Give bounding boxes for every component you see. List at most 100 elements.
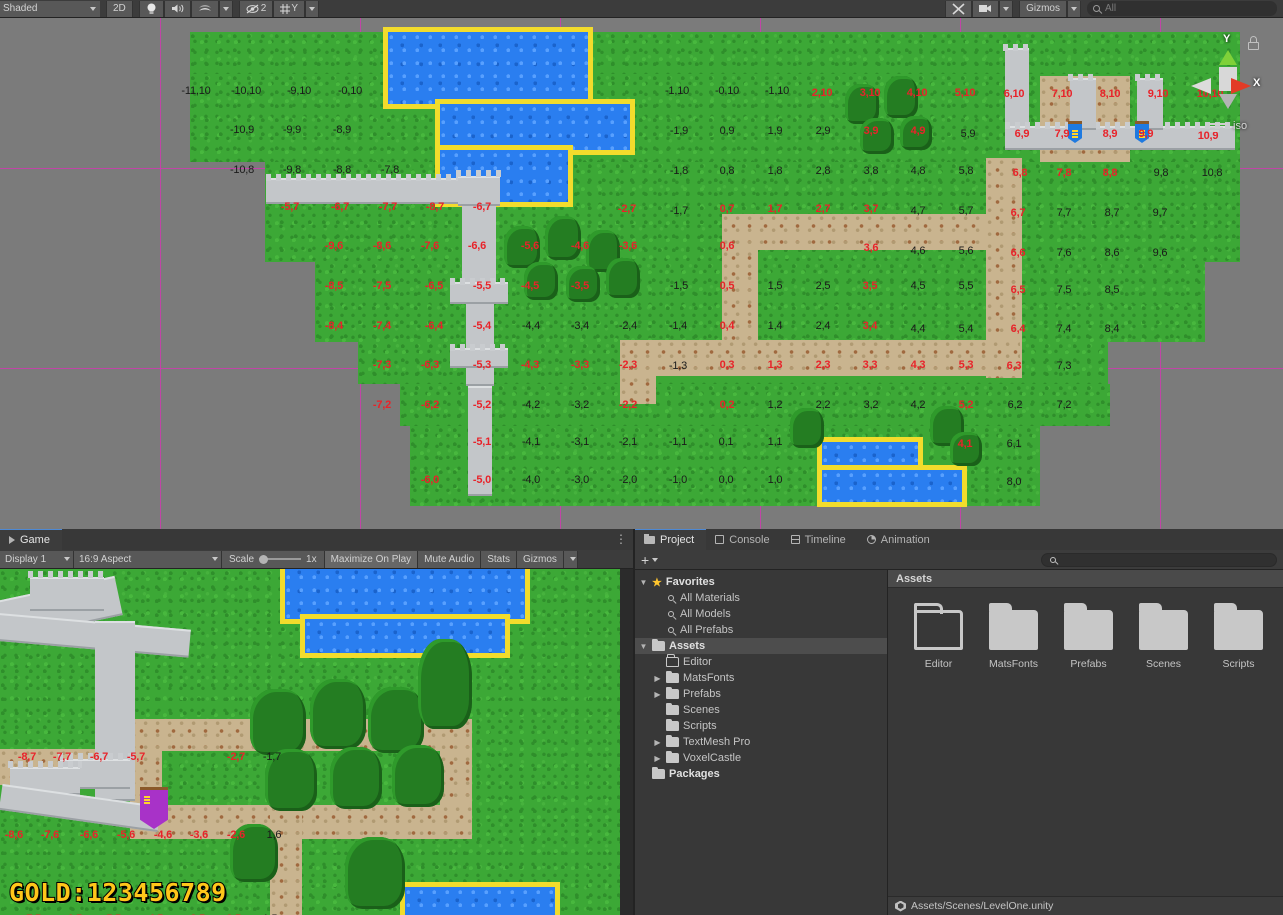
tree-item-scenes[interactable]: ▶Scenes [635,702,887,718]
tools-button[interactable] [945,0,973,17]
chevron-down-icon-3 [309,6,316,11]
asset-item-label: Editor [924,658,953,670]
asset-item-matsfonts[interactable]: MatsFonts [981,603,1046,670]
effects-dropdown[interactable] [218,0,233,17]
scale-control[interactable]: Scale 1x [222,550,325,568]
grid-icon [280,3,291,14]
tree-item-label: Scenes [683,704,720,716]
grid-snap-dropdown[interactable] [305,0,320,17]
hidden-objects-button[interactable]: 2 [238,0,274,17]
folder-icon [666,734,679,747]
scene-camera-button[interactable] [972,0,1000,17]
asset-item-scripts[interactable]: Scripts [1206,603,1271,670]
folder-icon [989,603,1038,650]
gizmo-axis-negy-cone[interactable] [1219,94,1237,109]
tree-item-packages[interactable]: ▶Packages [635,766,887,782]
game-gizmos-button[interactable]: Gizmos [517,550,564,568]
asset-item-editor[interactable]: Editor [906,603,971,670]
gizmo-axis-x-cone[interactable] [1231,78,1251,94]
asset-item-prefabs[interactable]: Prefabs [1056,603,1121,670]
folder-icon [666,702,679,715]
chevron-down-icon-4 [1003,6,1010,11]
project-tabstrip: Project Console Timeline Animation [635,529,1283,550]
scene-view[interactable]: -11,10 -10,10 -9,10 -0,10 -1,10 -0,10 -1,10 -10… [0,18,1283,529]
scene-camera-dropdown[interactable] [999,0,1014,17]
gizmo-axis-x-label: X [1253,77,1261,89]
scale-slider[interactable] [259,554,302,564]
tree-item-voxelcastle[interactable]: ▶ VoxelCastle [635,750,887,766]
effects-toggle-button[interactable] [190,0,219,17]
tree-item-favorites[interactable]: ▼ ★ Favorites [635,574,887,590]
tab-console[interactable]: Console [706,529,782,550]
tree-item-scripts[interactable]: ▶Scripts [635,718,887,734]
game-gizmos-dropdown[interactable] [563,550,578,568]
chevron-right-icon[interactable]: ▶ [653,754,662,763]
2d-toggle-button[interactable]: 2D [106,0,133,17]
tab-console-label: Console [729,533,770,546]
mute-audio-button[interactable]: Mute Audio [418,550,482,568]
tab-project[interactable]: Project [635,529,707,550]
game-view-canvas[interactable]: -1,71,61,5-4,4-3,4-2,41,4 -8,7-7,7-6,7-5… [0,569,620,915]
tab-timeline-label: Timeline [804,533,846,546]
tree-item-all-prefabs[interactable]: ▶All Prefabs [635,622,887,638]
grid-snap-button[interactable]: Y [273,0,306,17]
gizmos-button[interactable]: Gizmos [1019,0,1067,17]
gizmo-axis-negx-cone[interactable] [1191,78,1211,94]
gizmo-axis-y-cone[interactable] [1219,50,1237,65]
tree-item-assets[interactable]: ▼ Assets [635,638,887,654]
display-dropdown-label: Display 1 [5,553,47,565]
lock-icon[interactable] [1248,36,1259,50]
tree-item-all-models[interactable]: ▶All Models [635,606,887,622]
chevron-down-icon[interactable]: ▼ [639,642,648,651]
search-icon-project [1050,556,1056,563]
maximize-on-play-button[interactable]: Maximize On Play [324,550,419,568]
gizmos-dropdown[interactable] [1067,0,1081,17]
game-view-toolbar: Display 1 16:9 Aspect Scale 1x Maximize … [0,550,634,569]
asset-grid[interactable]: Editor MatsFonts Prefabs Scenes Scripts [888,588,1283,670]
tree-item-prefabs[interactable]: ▶ Prefabs [635,686,887,702]
status-path-label: Assets/Scenes/LevelOne.unity [911,900,1054,912]
tree-item-label: VoxelCastle [683,752,742,764]
scale-slider-knob[interactable] [259,554,269,564]
scale-value: 1x [306,553,317,565]
chevron-right-icon[interactable]: ▶ [653,674,662,683]
tab-game[interactable]: Game [0,529,62,550]
gizmo-axis-y-label: Y [1223,33,1231,45]
tree-item-all-materials[interactable]: ▶All Materials [635,590,887,606]
tree-item-editor[interactable]: ▶Editor [635,654,887,670]
speaker-icon [171,4,184,13]
tab-timeline[interactable]: Timeline [781,529,858,550]
project-search-input[interactable] [1041,552,1277,567]
create-asset-button[interactable]: + [641,552,659,568]
game-tabstrip: Game ⋮ [0,529,634,550]
chevron-down-icon-gizmos [569,557,576,561]
project-content-pane[interactable]: Assets Editor MatsFonts Prefabs Scenes Scrip… [888,570,1283,915]
chevron-right-icon[interactable]: ▶ [653,690,662,699]
tree-item-label: Scripts [683,720,717,732]
tree-item-textmesh-pro[interactable]: ▶ TextMesh Pro [635,734,887,750]
stats-button[interactable]: Stats [481,550,517,568]
chevron-down-icon-display [64,557,70,561]
chevron-down-icon[interactable]: ▼ [639,578,648,587]
chevron-right-icon[interactable]: ▶ [653,738,662,747]
shading-mode-dropdown[interactable]: Shaded [0,0,100,17]
project-toolbar: + [635,550,1283,570]
asset-item-label: Scenes [1145,658,1182,670]
aspect-dropdown[interactable]: 16:9 Aspect [74,550,222,568]
chevron-down-icon-create [652,557,659,562]
bottom-dock: Game ⋮ Display 1 16:9 Aspect Scale 1x Ma… [0,529,1283,915]
display-dropdown[interactable]: Display 1 [0,550,74,568]
scene-orientation-gizmo[interactable]: Y X iso [1189,32,1265,132]
lighting-toggle-button[interactable] [138,0,164,17]
gizmo-projection-label[interactable]: iso [1233,120,1247,132]
game-panel-menu-icon[interactable]: ⋮ [615,532,627,546]
project-folder-tree[interactable]: ▼★Favorites▶All Materials▶All Models▶All… [635,570,888,915]
tab-animation[interactable]: Animation [857,529,942,550]
folder-icon [1139,603,1188,650]
project-panel: Project Console Timeline Animation + ▼ ★… [634,529,1283,915]
audio-toggle-button[interactable] [163,0,191,17]
asset-item-scenes[interactable]: Scenes [1131,603,1196,670]
tree-item-matsfonts[interactable]: ▶ MatsFonts [635,670,887,686]
scene-search-input[interactable]: All [1087,1,1277,16]
tree-item-label: Packages [669,768,720,780]
